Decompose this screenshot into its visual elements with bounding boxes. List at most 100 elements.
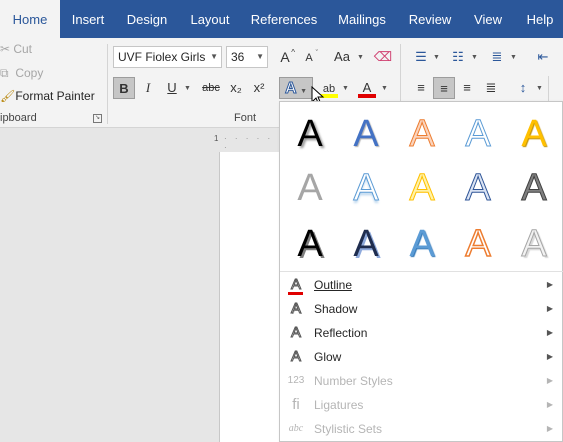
chevron-down-icon: ▼	[184, 85, 191, 92]
subscript-icon: x₂	[230, 80, 242, 95]
chevron-down-icon: ▼	[357, 54, 364, 61]
justify-button[interactable]: ≣	[480, 77, 502, 99]
copy-icon: ⧉	[0, 66, 9, 80]
tab-view[interactable]: View	[470, 0, 506, 38]
font-color-button[interactable]: A	[356, 77, 378, 99]
strikethrough-button[interactable]: abc	[198, 77, 224, 99]
chevron-right-icon: ▶	[546, 280, 553, 289]
chevron-down-icon: ▼	[433, 54, 440, 61]
chevron-right-icon: ▶	[546, 304, 553, 313]
align-right-button[interactable]: ≡	[456, 77, 478, 99]
text-effects-gallery: A A A A A A A A A A A A A A A	[280, 102, 563, 272]
effect-style-blue-fill[interactable]: A	[338, 110, 394, 158]
chevron-down-icon: ▼	[256, 52, 264, 61]
bullets-button[interactable]: ☰	[410, 46, 432, 68]
effect-style-yellow-outline[interactable]: A	[394, 164, 450, 212]
text-effects-dropdown: A A A A A A A A A A A A A A A A Outline …	[279, 101, 563, 442]
change-case-icon: Aa	[334, 49, 350, 64]
chevron-right-icon: ▶	[546, 424, 553, 433]
italic-button[interactable]: I	[137, 77, 159, 99]
font-name-combo[interactable]: UVF Fiolex Girls ▼	[113, 46, 222, 68]
bold-icon: B	[119, 81, 129, 96]
format-painter-button[interactable]: 🖌 Format Painter	[0, 89, 95, 103]
menu-item-reflection[interactable]: A Reflection ▶	[280, 321, 563, 345]
font-color-bar	[358, 94, 376, 98]
chevron-right-icon: ▶	[546, 328, 553, 337]
chevron-right-icon: ▶	[546, 400, 553, 409]
tab-layout[interactable]: Layout	[184, 0, 236, 38]
grow-font-button[interactable]: A ^	[274, 46, 296, 68]
effect-style-orange-outline-bold[interactable]: A	[450, 220, 506, 268]
cut-button[interactable]: ✂ Cut	[0, 42, 32, 56]
numbering-icon: ☷	[452, 49, 464, 64]
effect-style-blue-reflection[interactable]: A	[338, 164, 394, 212]
chevron-right-icon: ▶	[546, 352, 553, 361]
text-effects-button[interactable]: A ▼	[279, 77, 313, 99]
effect-style-blue-glow[interactable]: A	[394, 220, 450, 268]
decrease-indent-icon: ⇤	[537, 49, 549, 64]
scissors-icon: ✂	[0, 42, 11, 56]
bold-button[interactable]: B	[113, 77, 135, 99]
tab-insert[interactable]: Insert	[62, 0, 114, 38]
chevron-down-icon: ▼	[210, 52, 218, 61]
effect-style-white-blue-outline[interactable]: A	[450, 110, 506, 158]
font-size-value: 36	[231, 50, 245, 64]
effect-style-gray-fill[interactable]: A	[282, 164, 338, 212]
align-right-icon: ≡	[463, 80, 471, 95]
outline-color-bar	[288, 292, 303, 295]
menu-item-stylistic-sets[interactable]: abc Stylistic Sets ▶	[280, 417, 563, 441]
effect-style-blue-gradient[interactable]: A	[450, 164, 506, 212]
menu-item-number-styles[interactable]: 123 Number Styles ▶	[280, 369, 563, 393]
group-divider	[107, 44, 108, 124]
multilevel-list-icon: ≣	[491, 49, 503, 64]
effect-style-black-shadow[interactable]: A	[282, 110, 338, 158]
menu-item-shadow[interactable]: A Shadow ▶	[280, 297, 563, 321]
align-center-button[interactable]: ≡	[433, 77, 455, 99]
bullets-icon: ☰	[415, 49, 427, 64]
menu-item-outline[interactable]: A Outline ▶	[280, 273, 563, 297]
ruler-mark: 1	[214, 134, 219, 143]
effect-style-black-bevel[interactable]: A	[282, 220, 338, 268]
chevron-down-icon: ▼	[381, 85, 388, 92]
stylistic-sets-icon: abc	[288, 423, 304, 434]
numbering-button[interactable]: ☷	[447, 46, 469, 68]
italic-icon: I	[145, 80, 151, 95]
chevron-right-icon: ▶	[546, 376, 553, 385]
tab-home[interactable]: Home	[0, 0, 60, 38]
clipboard-dialog-launcher-icon[interactable]: ↘	[93, 114, 102, 123]
effect-style-gold-fill[interactable]: A	[506, 110, 562, 158]
effect-style-silver[interactable]: A	[506, 220, 562, 268]
clear-formatting-button[interactable]: ⌫	[372, 46, 394, 68]
tab-review[interactable]: Review	[406, 0, 454, 38]
change-case-button[interactable]: Aa	[327, 46, 357, 68]
tab-help[interactable]: Help	[522, 0, 558, 38]
line-spacing-icon: ↕	[519, 80, 527, 95]
justify-icon: ≣	[485, 80, 497, 95]
decrease-indent-button[interactable]: ⇤	[532, 46, 554, 68]
tab-mailings[interactable]: Mailings	[334, 0, 390, 38]
effect-style-dark-gray[interactable]: A	[506, 164, 562, 212]
format-painter-label: Format Painter	[15, 89, 95, 103]
effect-style-orange-outline[interactable]: A	[394, 110, 450, 158]
superscript-button[interactable]: x²	[248, 77, 270, 99]
tab-design[interactable]: Design	[120, 0, 174, 38]
menu-item-glow[interactable]: A Glow ▶	[280, 345, 563, 369]
effect-style-navy-bevel[interactable]: A	[338, 220, 394, 268]
multilevel-list-button[interactable]: ≣	[486, 46, 508, 68]
shrink-font-button[interactable]: Aˇ	[298, 46, 320, 68]
align-center-icon: ≡	[440, 81, 448, 96]
paintbrush-icon: 🖌	[0, 89, 16, 103]
menu-item-ligatures[interactable]: fi Ligatures ▶	[280, 393, 563, 417]
ligatures-icon: fi	[292, 396, 300, 413]
tab-references[interactable]: References	[250, 0, 318, 38]
font-size-combo[interactable]: 36 ▼	[226, 46, 268, 68]
copy-button[interactable]: ⧉ Copy	[0, 66, 43, 81]
cut-label: Cut	[13, 42, 33, 56]
subscript-button[interactable]: x₂	[225, 77, 247, 99]
line-spacing-button[interactable]: ↕	[512, 77, 534, 99]
menu-item-label: Glow	[314, 350, 342, 364]
underline-button[interactable]: U	[161, 77, 183, 99]
menu-item-label: Number Styles	[314, 374, 393, 388]
align-left-icon: ≡	[417, 80, 425, 95]
align-left-button[interactable]: ≡	[410, 77, 432, 99]
